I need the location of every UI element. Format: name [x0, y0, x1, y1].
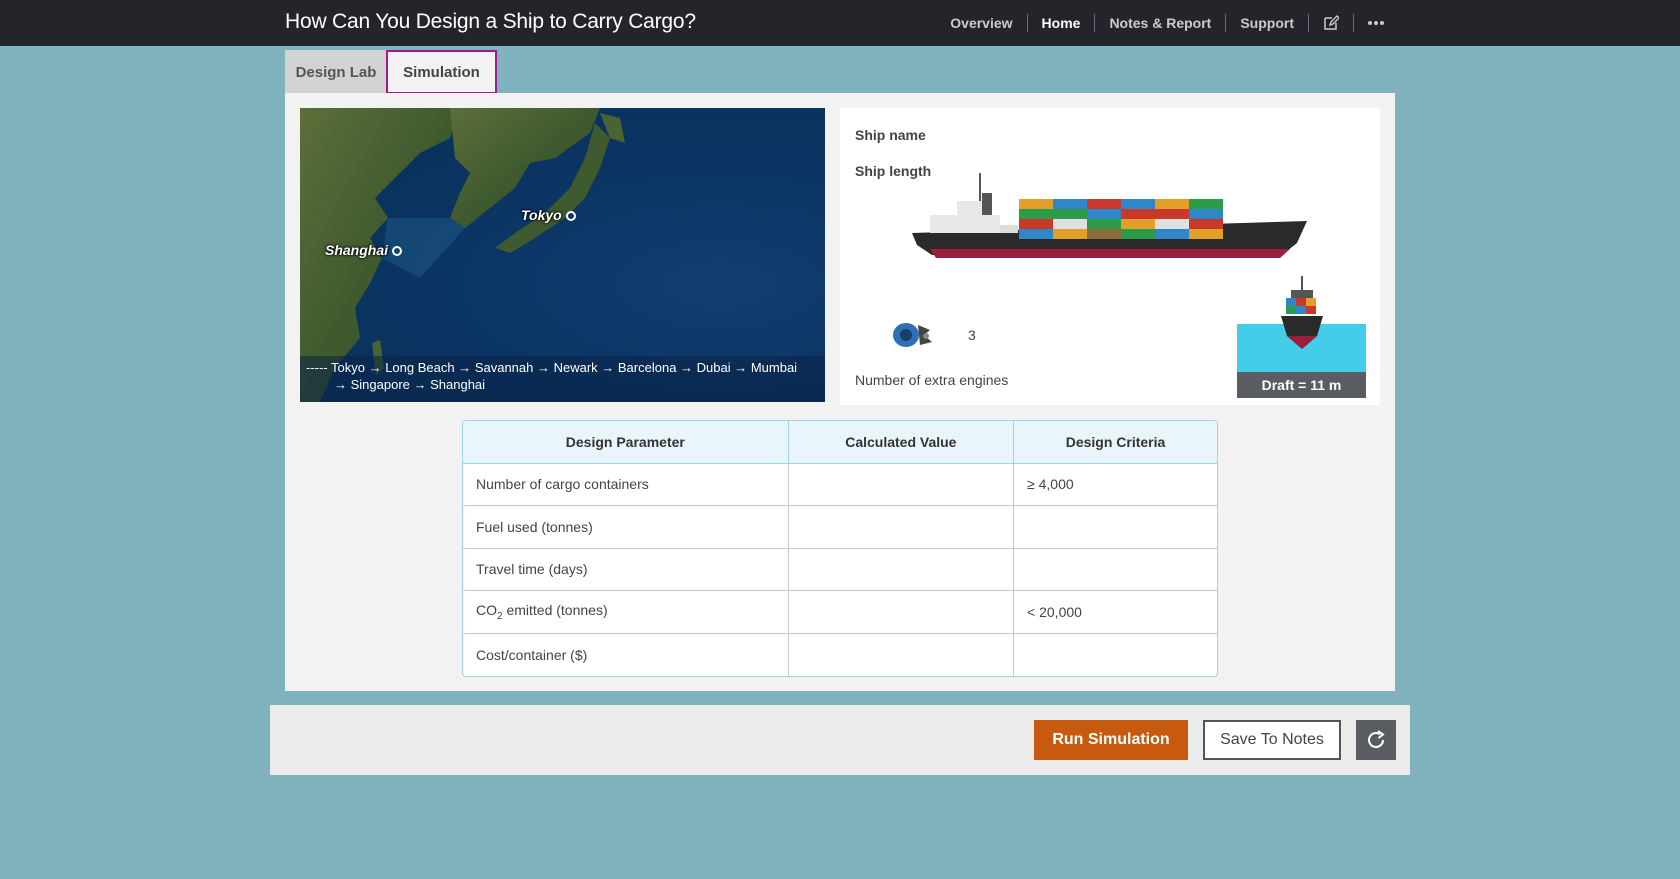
city-marker-icon [392, 246, 403, 256]
edit-icon[interactable] [1309, 14, 1353, 32]
value-cell [788, 463, 1015, 506]
criteria-cell [1014, 633, 1217, 676]
param-cell: Number of cargo containers [463, 463, 789, 506]
engine-icon [893, 323, 932, 347]
criteria-cell: < 20,000 [1013, 590, 1217, 634]
param-cell: Cost/container ($) [463, 633, 789, 676]
refresh-button[interactable] [1356, 720, 1396, 760]
route-line-1: ----- Tokyo → Long Beach → Savannah → Ne… [306, 360, 798, 375]
value-cell [788, 505, 1015, 549]
extra-engines-label: Number of extra engines [855, 372, 1009, 388]
draft-label: Draft = 11 m [1237, 372, 1366, 398]
table-row: Cost/container ($) [463, 633, 1217, 676]
param-suffix: emitted (tonnes) [502, 601, 608, 618]
table-row: CO2 emitted (tonnes) < 20,000 [463, 590, 1217, 634]
nav-home[interactable]: Home [1028, 14, 1095, 32]
design-table: Design Parameter Calculated Value Design… [462, 420, 1218, 677]
simulation-panel: Tokyo Shanghai ----- Tokyo → Long Beach … [285, 93, 1395, 691]
param-cell: Travel time (days) [463, 548, 789, 591]
refresh-icon [1368, 730, 1385, 749]
city-tokyo: Tokyo [521, 207, 576, 223]
ship-draft-view: Draft = 11 m [1237, 276, 1366, 398]
nav-notes-report[interactable]: Notes & Report [1095, 14, 1225, 32]
value-cell [788, 548, 1015, 591]
nav-support[interactable]: Support [1226, 14, 1308, 32]
criteria-cell: ≥ 4,000 [1013, 463, 1217, 506]
criteria-cell [1013, 505, 1217, 549]
param-cell: CO2 emitted (tonnes) [463, 590, 789, 634]
table-row: Travel time (days) [463, 548, 1217, 591]
action-bar: Run Simulation Save To Notes [270, 705, 1410, 775]
ship-name-label: Ship name [855, 127, 926, 143]
main-nav: Overview Home Notes & Report Support [936, 0, 1398, 46]
value-cell [788, 590, 1015, 634]
extra-engines-value: 3 [968, 327, 976, 343]
value-cell [788, 633, 1015, 676]
save-to-notes-button[interactable]: Save To Notes [1203, 720, 1341, 760]
city-label: Shanghai [325, 242, 389, 258]
tab-design-lab[interactable]: Design Lab [285, 50, 387, 94]
route-map: Tokyo Shanghai ----- Tokyo → Long Beach … [300, 108, 825, 402]
route-legend: ----- Tokyo → Long Beach → Savannah → Ne… [300, 356, 825, 402]
city-label: Tokyo [521, 207, 562, 223]
tab-simulation[interactable]: Simulation [386, 50, 497, 94]
more-icon[interactable] [1354, 14, 1398, 32]
city-marker-icon [565, 211, 576, 221]
cargo-ship-icon [912, 173, 1307, 258]
table-row: Fuel used (tonnes) [463, 505, 1217, 549]
run-simulation-button[interactable]: Run Simulation [1034, 720, 1188, 760]
criteria-cell [1013, 548, 1217, 591]
top-bar: How Can You Design a Ship to Carry Cargo… [0, 0, 1680, 46]
nav-overview[interactable]: Overview [936, 14, 1026, 32]
param-prefix: CO [476, 601, 497, 618]
ship-info-panel: Ship name Ship length 3 Number of extra … [840, 108, 1380, 405]
header-design-criteria: Design Criteria [1013, 421, 1217, 464]
header-design-parameter: Design Parameter [463, 421, 789, 464]
app-title: How Can You Design a Ship to Carry Cargo… [285, 10, 696, 33]
ship-front-icon [1281, 276, 1323, 349]
header-calculated-value: Calculated Value [788, 421, 1015, 464]
param-cell: Fuel used (tonnes) [463, 505, 789, 549]
table-row: Number of cargo containers ≥ 4,000 [463, 463, 1217, 506]
city-shanghai: Shanghai [325, 242, 403, 258]
route-line-2: → Singapore → Shanghai [334, 377, 486, 392]
